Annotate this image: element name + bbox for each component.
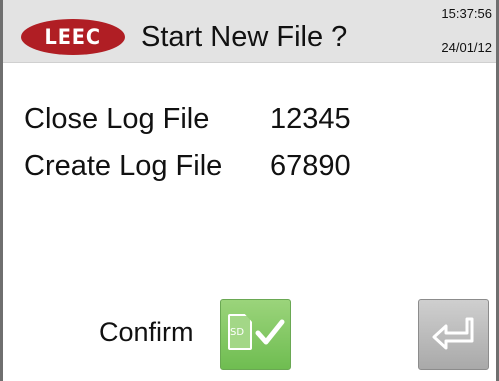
create-log-row: Create Log File 67890 bbox=[24, 150, 351, 183]
return-arrow-icon bbox=[432, 317, 474, 350]
logo-text: LEEC bbox=[44, 25, 102, 49]
page-title: Start New File ? bbox=[141, 21, 348, 53]
back-button[interactable] bbox=[418, 299, 489, 370]
confirm-label: Confirm bbox=[99, 317, 194, 347]
header-bar: LEEC Start New File ? 15:37:56 24/01/12 bbox=[3, 0, 496, 63]
device-screen: LEEC Start New File ? 15:37:56 24/01/12 … bbox=[0, 0, 499, 381]
clock-date: 24/01/12 bbox=[441, 40, 492, 55]
leec-logo: LEEC bbox=[21, 19, 125, 55]
close-log-row: Close Log File 12345 bbox=[24, 103, 351, 136]
clock-time: 15:37:56 bbox=[441, 6, 492, 21]
close-log-value: 12345 bbox=[270, 103, 351, 135]
create-log-value: 67890 bbox=[270, 150, 351, 182]
sd-card-label: SD bbox=[230, 327, 245, 338]
close-log-label: Close Log File bbox=[24, 103, 210, 135]
create-log-label: Create Log File bbox=[24, 150, 223, 182]
confirm-button[interactable]: SD bbox=[220, 299, 291, 370]
checkmark-icon bbox=[255, 319, 285, 345]
